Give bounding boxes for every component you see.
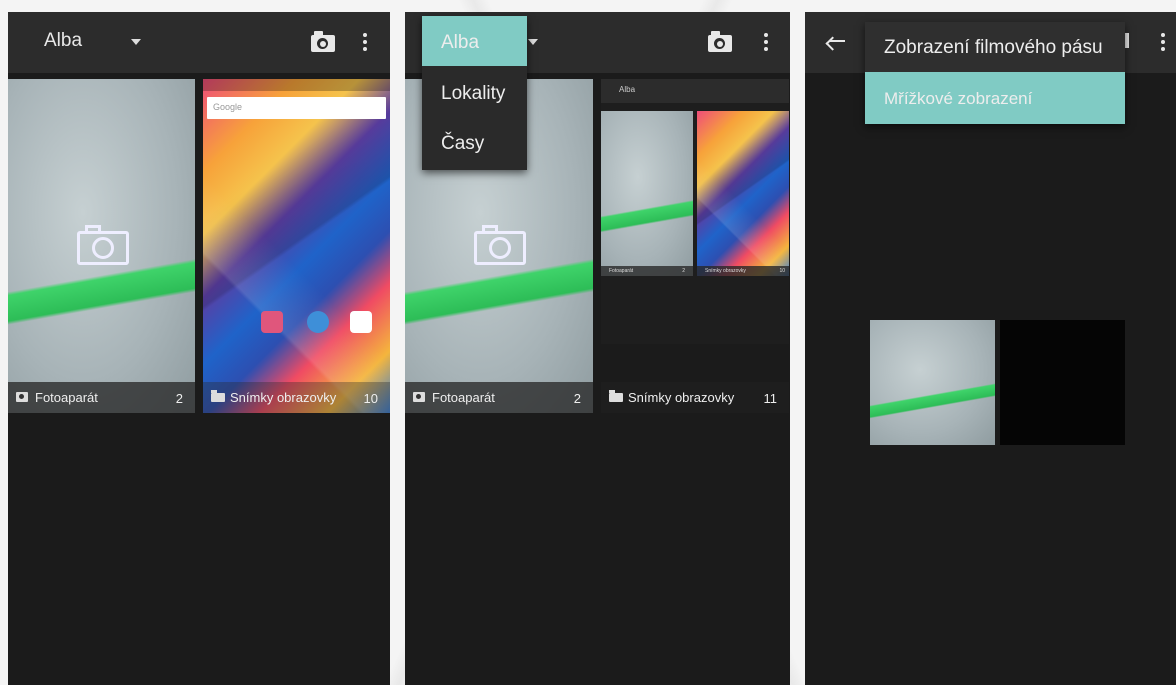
photo-thumbnail-dark[interactable] [1000,320,1125,445]
menu-item-casy[interactable]: Časy [422,117,527,168]
album-name: Fotoaparát [35,390,98,405]
album-name: Snímky obrazovky [230,390,337,405]
search-bar: Google [207,97,386,119]
menu-item-lokality[interactable]: Lokality [422,66,527,117]
album-caption: Fotoaparát 2 [8,382,195,413]
album-count: 2 [175,391,183,406]
mini-caption: Fotoaparát 2 [601,266,693,276]
album-count: 11 [763,391,778,406]
album-tile-camera[interactable]: Fotoaparát 2 [8,79,195,413]
camera-placeholder-icon [77,223,129,267]
camera-icon[interactable] [310,30,336,54]
back-arrow-icon[interactable] [825,32,847,51]
dropdown-caret-icon[interactable] [528,39,538,45]
overflow-menu-icon[interactable] [1160,31,1166,53]
album-name: Fotoaparát [432,390,495,405]
mini-caption: Snímky obrazovky 10 [697,266,789,276]
menu-item-alba[interactable]: Alba [422,16,527,66]
folder-icon [211,390,225,402]
overflow-menu-icon[interactable] [362,31,368,53]
phone-screen-albums-menu: Fotoaparát 2 Alba Fotoaparát 2 Snímky ob… [405,12,790,685]
camera-icon [413,392,425,402]
menu-item-grid-view[interactable]: Mřížkové zobrazení [865,72,1125,124]
album-count: 2 [573,391,581,406]
album-tile-screenshots-thumbnail[interactable]: Alba Fotoaparát 2 Snímky obrazovky 10 [601,79,789,344]
phone-screen-album-detail: Zobrazení filmového pásu Mřížkové zobraz… [805,12,1176,685]
mini-app-bar: Alba [601,79,789,103]
photo-thumbnail[interactable] [870,320,995,445]
camera-icon[interactable] [707,30,733,54]
overflow-menu-icon[interactable] [763,31,769,53]
folder-icon [609,390,623,402]
mini-camera-tile: Fotoaparát 2 [601,111,693,276]
search-bar-label: Google [213,102,243,112]
play-store-icon [350,311,372,333]
view-switch-menu: Alba Lokality Časy [422,16,527,170]
album-name: Snímky obrazovky [628,390,735,405]
album-view-title[interactable]: Alba [44,30,82,52]
mini-title: Alba [619,85,636,94]
phone-screen-albums: Alba Fotoaparát 2 Google Snímky obrazovk… [8,12,390,685]
mini-screenshots-tile: Snímky obrazovky 10 [697,111,789,276]
dropdown-caret-icon[interactable] [131,39,141,45]
album-count: 10 [363,391,378,406]
camera-placeholder-icon [474,223,526,267]
app-bar: Alba [8,12,390,73]
album-caption: Snímky obrazovky 11 [601,382,789,413]
status-bar [203,79,390,91]
layout-menu: Zobrazení filmového pásu Mřížkové zobraz… [865,22,1125,124]
album-caption: Fotoaparát 2 [405,382,593,413]
menu-item-filmstrip-view[interactable]: Zobrazení filmového pásu [865,22,1125,72]
album-caption: Snímky obrazovky 10 [203,382,390,413]
settings-app-icon [307,311,329,333]
camera-icon [16,392,28,402]
album-tile-screenshots[interactable]: Google Snímky obrazovky 10 [203,79,390,413]
gallery-app-icon [261,311,283,333]
